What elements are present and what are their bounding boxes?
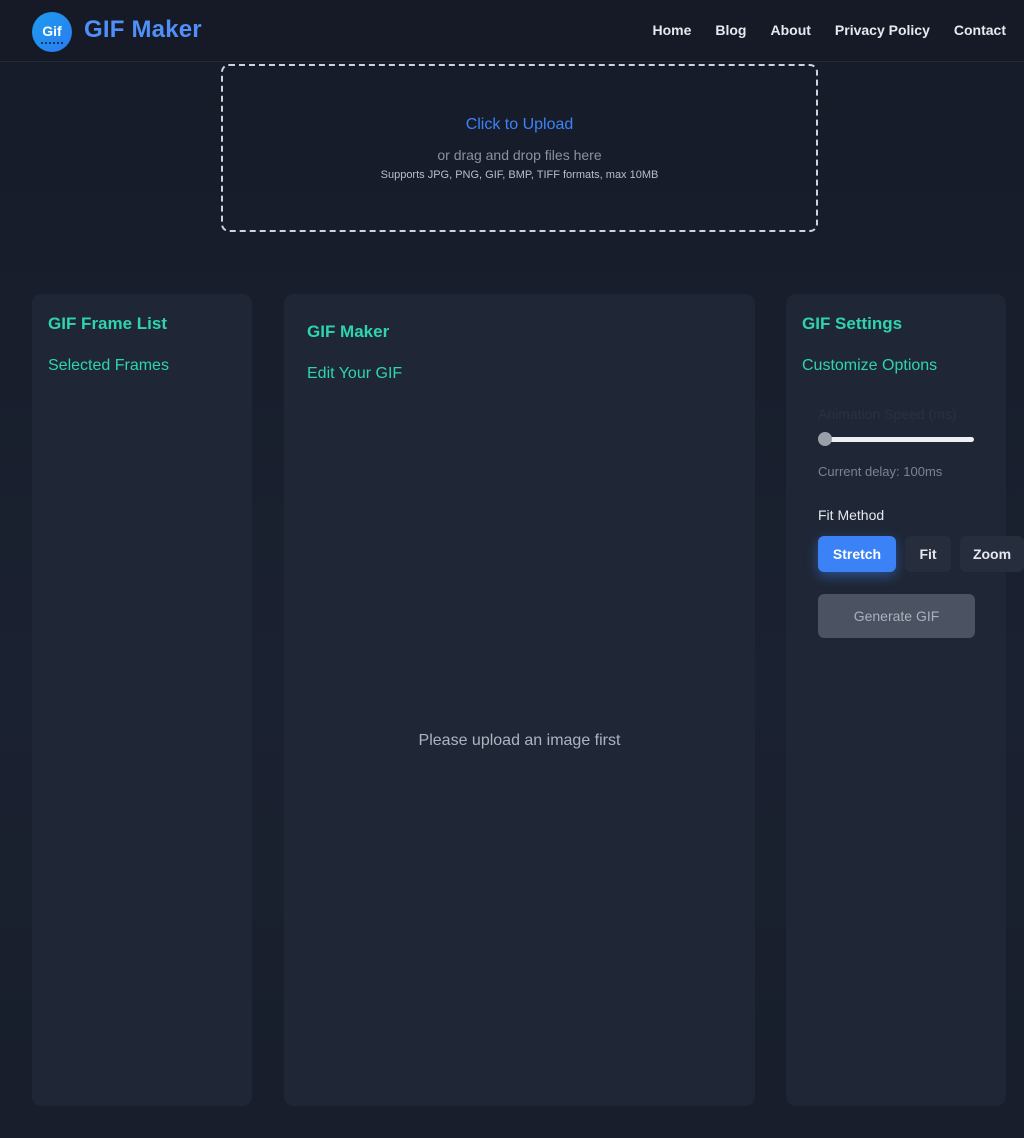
- settings-title: GIF Settings: [802, 314, 903, 333]
- upload-dropzone[interactable]: Click to Upload or drag and drop files h…: [221, 64, 818, 232]
- fit-method-label: Fit Method: [818, 507, 885, 523]
- editor-title: GIF Maker: [307, 322, 390, 341]
- current-delay-text: Current delay: 100ms: [818, 464, 943, 479]
- frame-list-title: GIF Frame List: [48, 314, 168, 333]
- site-header: Gif GIF Maker Home Blog About Privacy Po…: [0, 0, 1024, 62]
- frame-list-panel: GIF Frame List Selected Frames: [32, 294, 252, 1106]
- nav-privacy-link[interactable]: Privacy Policy: [835, 22, 930, 38]
- upload-hint: or drag and drop files here: [437, 147, 602, 163]
- upload-link[interactable]: Click to Upload: [223, 116, 816, 134]
- editor-subtitle: Edit Your GIF: [307, 365, 403, 382]
- upload-formats-note: Supports JPG, PNG, GIF, BMP, TIFF format…: [380, 169, 659, 181]
- brand-name[interactable]: GIF Maker: [84, 16, 202, 44]
- fit-stretch-button[interactable]: Stretch: [818, 536, 896, 572]
- empty-state-message: Please upload an image first: [418, 732, 621, 749]
- logo-text: Gif: [42, 23, 62, 39]
- nav-contact-link[interactable]: Contact: [954, 22, 1006, 38]
- fit-zoom-button[interactable]: Zoom: [960, 536, 1024, 572]
- main-nav: Home Blog About Privacy Policy Contact: [652, 22, 1006, 38]
- nav-about-link[interactable]: About: [770, 22, 810, 38]
- fit-fit-button[interactable]: Fit: [905, 536, 951, 572]
- speed-slider-track[interactable]: [822, 437, 974, 442]
- nav-home-link[interactable]: Home: [652, 22, 691, 38]
- speed-label: Animation Speed (ms): [818, 406, 957, 422]
- logo-icon[interactable]: Gif: [32, 12, 72, 52]
- editor-panel: GIF Maker Edit Your GIF Please upload an…: [284, 294, 755, 1106]
- logo-film-strip: [41, 42, 63, 44]
- generate-gif-button[interactable]: Generate GIF: [818, 594, 975, 638]
- settings-panel: GIF Settings Customize Options Animation…: [786, 294, 1024, 1106]
- speed-slider-thumb[interactable]: [818, 432, 832, 446]
- settings-subtitle: Customize Options: [802, 357, 938, 374]
- nav-blog-link[interactable]: Blog: [715, 22, 746, 38]
- frame-list-subtitle: Selected Frames: [48, 357, 169, 374]
